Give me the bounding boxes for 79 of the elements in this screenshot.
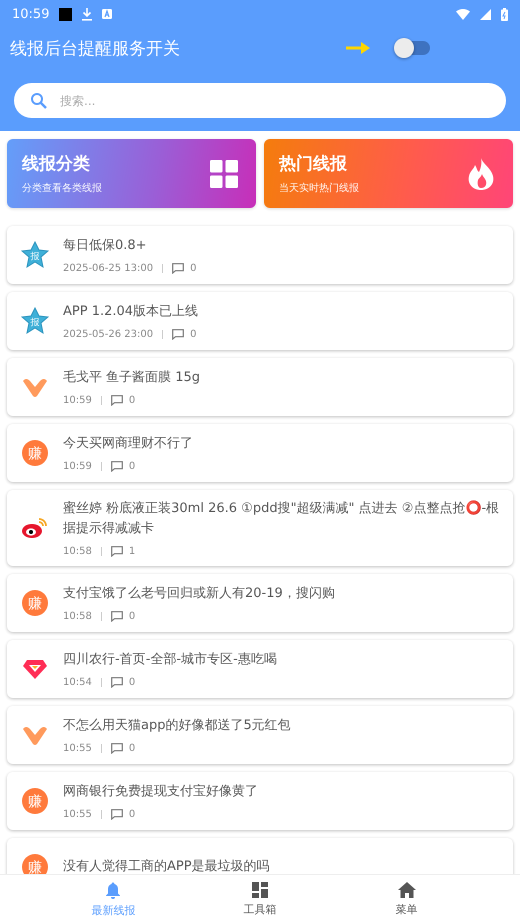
- feed-title: 四川农行-首页-全部-城市专区-惠吃喝: [63, 651, 278, 669]
- feed-title: APP 1.2.04版本已上线: [63, 303, 200, 321]
- comment-count: 0: [128, 809, 136, 820]
- post-time: 10:54: [63, 677, 92, 688]
- post-time: 10:58: [63, 611, 92, 622]
- search-field[interactable]: 搜索...: [14, 83, 506, 118]
- bell-icon: [105, 882, 122, 898]
- post-time: 10:59: [63, 395, 92, 406]
- nav-tab[interactable]: 工具箱: [214, 875, 305, 924]
- category-title: 热门线报: [279, 153, 348, 175]
- signal-icon: [480, 8, 491, 20]
- post-time: 10:58: [63, 546, 92, 557]
- post-time: 2025-06-25 13:00: [63, 263, 154, 274]
- comment-count: 0: [128, 743, 136, 754]
- post-time: 10:55: [63, 743, 92, 754]
- category-title: 线报分类: [22, 153, 91, 175]
- comment-icon: [110, 461, 123, 472]
- wifi-icon: [456, 8, 470, 20]
- comment-icon: [110, 809, 123, 820]
- comment-icon: [110, 677, 123, 688]
- feed-card[interactable]: 四川农行-首页-全部-城市专区-惠吃喝 10:54 0: [7, 640, 513, 698]
- feed-card[interactable]: 毛戈平 鱼子酱面膜 15g 10:59 0: [7, 358, 513, 416]
- category-subtitle: 当天实时热门线报: [279, 182, 360, 195]
- weibo-logo-icon: [22, 517, 48, 539]
- feed-card[interactable]: 不怎么用天猫app的好像都送了5元红包 10:55 0: [7, 706, 513, 764]
- battery-icon: [501, 8, 508, 20]
- diamond-logo-icon: [22, 658, 48, 680]
- feed-card[interactable]: 赚 今天买网商理财不行了 10:59 0: [7, 424, 513, 482]
- feed-title: 没有人觉得工商的APP是最垃圾的吗: [63, 858, 271, 874]
- comment-icon: [110, 611, 123, 622]
- search-icon: [30, 92, 48, 110]
- comment-icon: [172, 263, 184, 274]
- feed-title: 网商银行免费提现支付宝好像黄了: [63, 783, 259, 801]
- comment-count: 0: [128, 611, 136, 622]
- feed-card[interactable]: 赚 没有人觉得工商的APP是最垃圾的吗: [7, 838, 513, 874]
- feed-card[interactable]: 报 每日低保0.8+ 2025-06-25 13:00 0: [7, 226, 513, 284]
- status-time: 10:59: [12, 6, 50, 22]
- earn-badge-icon: 赚: [22, 440, 48, 466]
- comment-icon: [172, 329, 184, 340]
- header-title: 线报后台提醒服务开关: [10, 38, 181, 60]
- star-badge-icon: 报: [21, 241, 49, 269]
- comment-icon: [110, 546, 123, 557]
- feed-title: 每日低保0.8+: [63, 237, 148, 255]
- post-time: 10:59: [63, 461, 92, 472]
- feed-card[interactable]: 赚 支付宝饿了么老号回归或新人有20-19，搜闪购 10:58 0: [7, 574, 513, 632]
- feed-card[interactable]: 赚 网商银行免费提现支付宝好像黄了 10:55 0: [7, 772, 513, 830]
- feed-title: 不怎么用天猫app的好像都送了5元红包: [63, 717, 292, 735]
- comment-count: 0: [128, 395, 136, 406]
- comment-count: 0: [128, 461, 136, 472]
- star-badge-icon: 报: [21, 307, 49, 335]
- grid-icon: [210, 160, 238, 188]
- comment-count: 0: [190, 263, 196, 274]
- download-icon: [82, 8, 92, 20]
- feed-title: 支付宝饿了么老号回归或新人有20-19，搜闪购: [63, 585, 336, 603]
- notification-square-icon: [59, 8, 72, 20]
- search-input[interactable]: 搜索...: [58, 92, 490, 108]
- chevron-logo-icon: [22, 376, 48, 398]
- comment-count: 0: [190, 329, 196, 340]
- app-notification-icon: [102, 9, 112, 19]
- post-time: 2025-05-26 23:00: [63, 329, 154, 340]
- chevron-logo-icon: [22, 724, 48, 746]
- fire-icon: [467, 158, 495, 190]
- comment-icon: [110, 395, 123, 406]
- earn-badge-icon: 赚: [22, 788, 48, 814]
- feed-title: 今天买网商理财不行了: [63, 435, 194, 453]
- feed-title: 蜜丝婷 粉底液正装30ml 26.6 ①pdd搜"超级满减" 点进去 ②点整点抢⭕-根据提示得减减卡: [63, 499, 500, 538]
- nav-tab[interactable]: 菜单: [362, 875, 452, 924]
- comment-icon: [110, 743, 123, 754]
- feed-card[interactable]: 蜜丝婷 粉底液正装30ml 26.6 ①pdd搜"超级满减" 点进去 ②点整点抢⭕-根据提示得减减卡 10:58 1: [7, 490, 513, 566]
- arrow-icon: [346, 42, 370, 54]
- category-subtitle: 分类查看各类线报: [22, 182, 103, 195]
- comment-count: 1: [128, 546, 136, 557]
- home-icon: [398, 882, 416, 898]
- earn-badge-icon: 赚: [22, 590, 48, 616]
- comment-count: 0: [128, 677, 136, 688]
- feed-title: 毛戈平 鱼子酱面膜 15g: [63, 369, 202, 387]
- dashboard-icon: [252, 882, 268, 898]
- feed-card[interactable]: 报 APP 1.2.04版本已上线 2025-05-26 23:00 0: [7, 292, 513, 350]
- post-time: 10:55: [63, 809, 92, 820]
